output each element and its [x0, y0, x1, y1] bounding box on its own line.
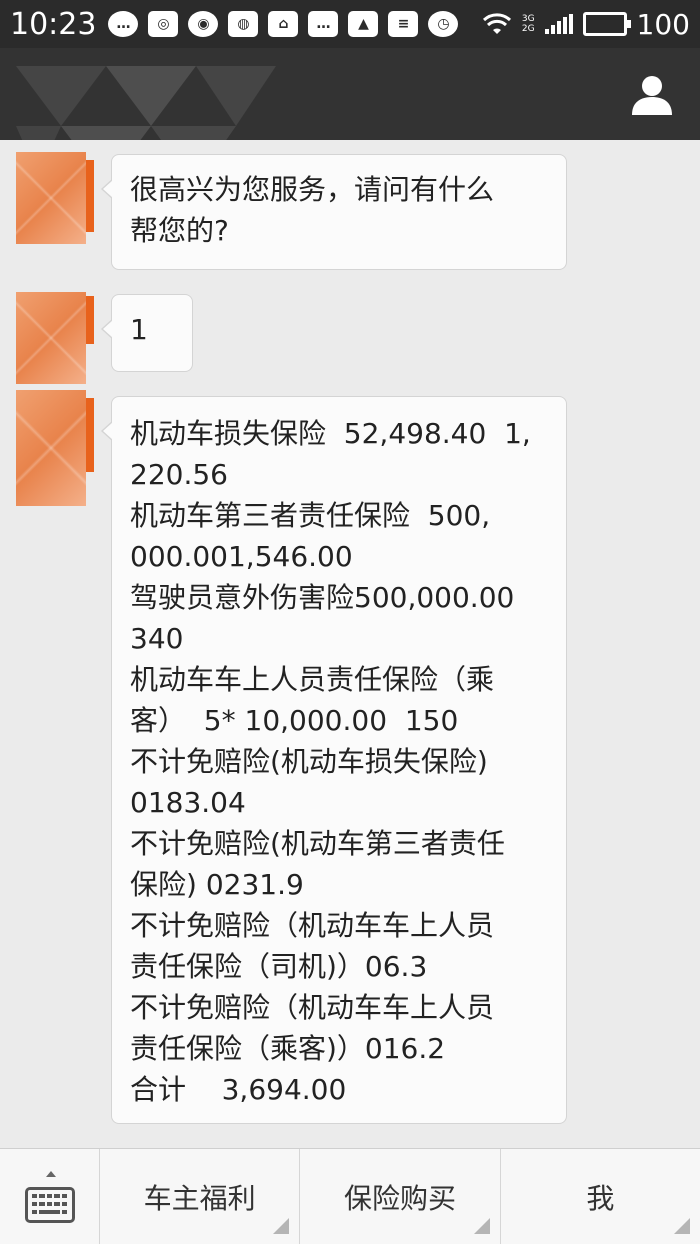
message-line: 不计免赔险（机动车车上人员 — [130, 909, 495, 942]
message-icon: … — [308, 11, 339, 37]
menu-insurance-purchase[interactable]: 保险购买 — [300, 1149, 501, 1244]
qq-icon: ◍ — [228, 11, 259, 37]
message-line: 机动车损失保险 52,498.40 1, — [130, 417, 531, 450]
message-line: 机动车第三者责任保险 500, — [130, 499, 491, 532]
message-bubble: 很高兴为您服务，请问有什么 帮您的? — [101, 154, 567, 270]
message-line: 帮您的? — [130, 214, 229, 247]
keyboard-toggle-button[interactable] — [0, 1149, 100, 1244]
message-line: 不计免赔险(机动车第三者责任 — [130, 827, 505, 860]
submenu-indicator-icon — [673, 1218, 690, 1234]
menu-label: 保险购买 — [343, 1181, 456, 1215]
title-logo-decoration — [16, 66, 276, 140]
battery-level: 100 — [636, 7, 690, 41]
app-notification-icon: ◎ — [148, 11, 179, 37]
menu-me[interactable]: 我 — [501, 1149, 700, 1244]
chat-notification-icon: … — [108, 11, 139, 37]
message-line: 驾驶员意外伤害险500,000.00 — [130, 581, 515, 614]
agent-avatar — [16, 152, 86, 244]
message-line: 340 — [130, 622, 184, 655]
message-line: 责任保险（乘客)）016.2 — [130, 1032, 446, 1065]
signal-icon — [544, 14, 573, 34]
submenu-indicator-icon — [473, 1218, 490, 1234]
message-line: 保险) 0231.9 — [130, 868, 304, 901]
avatar-accent — [86, 296, 94, 344]
network-3g-label: 3G — [521, 14, 535, 24]
chevron-up-icon — [46, 1171, 56, 1177]
notification-icons: … ◎ ◉ ◍ ⌂ … ▲ ≡ ◷ — [108, 11, 481, 37]
message-line: 机动车车上人员责任保险（乘 — [130, 663, 495, 696]
message-line: 很高兴为您服务，请问有什么 — [130, 173, 495, 206]
status-bar: 10:23 … ◎ ◉ ◍ ⌂ … ▲ ≡ ◷ 3G 2G 100 — [0, 0, 700, 48]
message-line: 不计免赔险(机动车损失保险) — [130, 745, 488, 778]
status-time: 10:23 — [10, 6, 97, 42]
app-root: 10:23 … ◎ ◉ ◍ ⌂ … ▲ ≡ ◷ 3G 2G 100 很高兴为您服… — [0, 0, 700, 1244]
agent-avatar — [16, 292, 86, 384]
chat-area[interactable]: 很高兴为您服务，请问有什么 帮您的? 1 机动车损失保险 52,498.40 1… — [0, 140, 700, 1148]
avatar-accent — [86, 160, 94, 232]
document-icon: ≡ — [388, 11, 419, 37]
title-bar — [0, 48, 700, 140]
menu-owner-benefits[interactable]: 车主福利 — [100, 1149, 301, 1244]
message-line: 000.001,546.00 — [130, 540, 353, 573]
wifi-icon — [482, 13, 511, 34]
message-line: 合计 3,694.00 — [130, 1073, 347, 1106]
weibo-icon: ◉ — [188, 11, 219, 37]
message-line: 220.56 — [130, 458, 228, 491]
bottom-menu-bar: 车主福利 保险购买 我 — [0, 1148, 700, 1244]
profile-button[interactable] — [628, 70, 676, 118]
message-line: 不计免赔险（机动车车上人员 — [130, 991, 495, 1024]
battery-icon — [582, 12, 631, 36]
status-right: 3G 2G 100 — [482, 8, 690, 41]
person-icon — [632, 76, 672, 115]
message-line: 1 — [130, 313, 148, 346]
keyboard-icon — [24, 1186, 75, 1223]
message-bubble-premium-details: 机动车损失保险 52,498.40 1, 220.56 机动车第三者责任保险 5… — [101, 396, 567, 1124]
network-label: 3G 2G — [522, 14, 535, 34]
submenu-indicator-icon — [273, 1218, 290, 1234]
image-icon: ▲ — [348, 11, 379, 37]
message-line: 责任保险（司机)）06.3 — [130, 950, 428, 983]
menu-label: 车主福利 — [143, 1181, 256, 1215]
agent-avatar — [16, 390, 86, 506]
message-line: 0183.04 — [130, 786, 246, 819]
broom-icon: ⌂ — [268, 11, 299, 37]
message-line: 客） 5* 10,000.00 150 — [130, 704, 459, 737]
avatar-accent — [86, 398, 94, 472]
alarm-icon: ◷ — [428, 11, 459, 37]
network-2g-label: 2G — [521, 24, 535, 34]
message-bubble: 1 — [101, 294, 193, 372]
menu-label: 我 — [586, 1181, 615, 1215]
